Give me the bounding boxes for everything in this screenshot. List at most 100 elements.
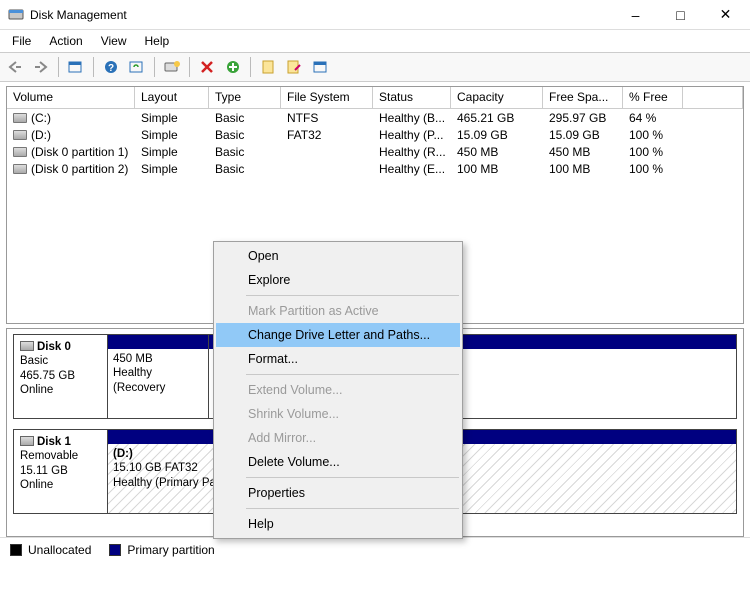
ctx-change-letter[interactable]: Change Drive Letter and Paths... (216, 323, 460, 347)
ctx-open[interactable]: Open (216, 244, 460, 268)
volume-fs: NTFS (281, 111, 373, 125)
volume-status: Healthy (R... (373, 145, 451, 159)
toolbar-separator (58, 57, 59, 77)
back-button[interactable] (4, 56, 26, 78)
disk-title: Disk 0 (37, 341, 71, 353)
toolbar: ? (0, 52, 750, 82)
partition-status: Healthy (Recovery (113, 366, 203, 395)
new-volume-button[interactable] (161, 56, 183, 78)
partition-size: 450 MB (113, 352, 203, 366)
ctx-separator (246, 477, 459, 478)
legend-unallocated: Unallocated (10, 543, 91, 557)
volume-row[interactable]: (D:)SimpleBasicFAT32Healthy (P...15.09 G… (7, 126, 743, 143)
context-menu: Open Explore Mark Partition as Active Ch… (213, 241, 463, 539)
add-button[interactable] (222, 56, 244, 78)
delete-button[interactable] (196, 56, 218, 78)
disk-size: 15.11 GB (20, 464, 101, 478)
disk-icon (20, 341, 34, 351)
volume-layout: Simple (135, 162, 209, 176)
col-filesystem[interactable]: File System (281, 87, 373, 108)
disk-state: Online (20, 383, 101, 397)
volume-type: Basic (209, 111, 281, 125)
toolbar-separator (93, 57, 94, 77)
menu-file[interactable]: File (4, 32, 39, 50)
volume-free: 450 MB (543, 145, 623, 159)
ctx-shrink: Shrink Volume... (216, 402, 460, 426)
volume-fs: FAT32 (281, 128, 373, 142)
ctx-help[interactable]: Help (216, 512, 460, 536)
title-bar: Disk Management – □ ✕ (0, 0, 750, 30)
volume-rows: (C:)SimpleBasicNTFSHealthy (B...465.21 G… (7, 109, 743, 177)
volume-type: Basic (209, 162, 281, 176)
ctx-add-mirror: Add Mirror... (216, 426, 460, 450)
column-headers: Volume Layout Type File System Status Ca… (7, 87, 743, 109)
col-type[interactable]: Type (209, 87, 281, 108)
partition-body: 450 MBHealthy (Recovery (108, 349, 208, 418)
volume-type: Basic (209, 145, 281, 159)
volume-free: 15.09 GB (543, 128, 623, 142)
col-layout[interactable]: Layout (135, 87, 209, 108)
disk-title: Disk 1 (37, 436, 71, 448)
view-button[interactable] (65, 56, 87, 78)
ctx-separator (246, 508, 459, 509)
col-volume[interactable]: Volume (7, 87, 135, 108)
disk-info: Disk 1Removable15.11 GBOnline (14, 430, 108, 513)
disk-info: Disk 0Basic465.75 GBOnline (14, 335, 108, 418)
refresh-button[interactable] (126, 56, 148, 78)
drive-icon (13, 147, 27, 157)
toolbar-separator (189, 57, 190, 77)
menu-view[interactable]: View (93, 32, 135, 50)
document-button[interactable] (257, 56, 279, 78)
ctx-extend: Extend Volume... (216, 378, 460, 402)
menu-action[interactable]: Action (41, 32, 90, 50)
ctx-delete[interactable]: Delete Volume... (216, 450, 460, 474)
volume-layout: Simple (135, 145, 209, 159)
volume-status: Healthy (E... (373, 162, 451, 176)
volume-name: (Disk 0 partition 1) (31, 145, 128, 159)
volume-row[interactable]: (C:)SimpleBasicNTFSHealthy (B...465.21 G… (7, 109, 743, 126)
disk-type: Basic (20, 354, 101, 368)
ctx-separator (246, 374, 459, 375)
drive-icon (13, 164, 27, 174)
volume-free: 100 MB (543, 162, 623, 176)
col-empty[interactable] (683, 87, 743, 108)
volume-pctfree: 64 % (623, 111, 683, 125)
volume-capacity: 465.21 GB (451, 111, 543, 125)
close-button[interactable]: ✕ (703, 0, 748, 30)
volume-row[interactable]: (Disk 0 partition 1) SimpleBasic Healthy (… (7, 143, 743, 160)
legend-primary-label: Primary partition (127, 543, 214, 557)
col-status[interactable]: Status (373, 87, 451, 108)
volume-row[interactable]: (Disk 0 partition 2) SimpleBasic Healthy (… (7, 160, 743, 177)
toolbar-separator (154, 57, 155, 77)
disk-state: Online (20, 478, 101, 492)
document-edit-button[interactable] (283, 56, 305, 78)
volume-pctfree: 100 % (623, 145, 683, 159)
menu-help[interactable]: Help (137, 32, 178, 50)
legend-unallocated-label: Unallocated (28, 543, 91, 557)
partition[interactable]: 450 MBHealthy (Recovery (108, 335, 208, 418)
ctx-properties[interactable]: Properties (216, 481, 460, 505)
col-freespace[interactable]: Free Spa... (543, 87, 623, 108)
maximize-button[interactable]: □ (658, 0, 703, 30)
ctx-format[interactable]: Format... (216, 347, 460, 371)
col-pctfree[interactable]: % Free (623, 87, 683, 108)
window-title: Disk Management (30, 8, 613, 22)
ctx-explore[interactable]: Explore (216, 268, 460, 292)
drive-icon (13, 130, 27, 140)
swatch-blue-icon (109, 544, 121, 556)
disk-icon (20, 436, 34, 446)
volume-pctfree: 100 % (623, 128, 683, 142)
volume-capacity: 450 MB (451, 145, 543, 159)
volume-name: (C:) (31, 111, 51, 125)
menu-bar: File Action View Help (0, 30, 750, 52)
ctx-separator (246, 295, 459, 296)
volume-layout: Simple (135, 128, 209, 142)
volume-free: 295.97 GB (543, 111, 623, 125)
minimize-button[interactable]: – (613, 0, 658, 30)
help-button[interactable]: ? (100, 56, 122, 78)
forward-button[interactable] (30, 56, 52, 78)
col-capacity[interactable]: Capacity (451, 87, 543, 108)
swatch-black-icon (10, 544, 22, 556)
volume-name: (Disk 0 partition 2) (31, 162, 128, 176)
properties-button[interactable] (309, 56, 331, 78)
